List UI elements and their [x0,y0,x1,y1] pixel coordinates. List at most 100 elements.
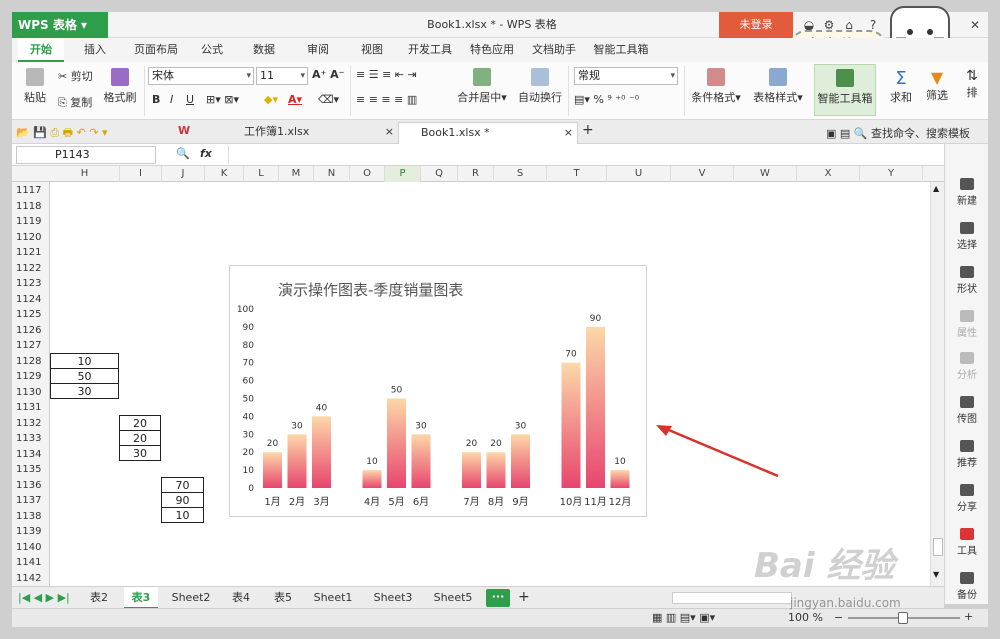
fx-icon[interactable]: fx [200,147,212,160]
format-painter-button[interactable]: 格式刷 [100,68,140,105]
cut-button[interactable]: ✂ 剪切 [58,68,93,84]
cell-i1133[interactable]: 20 [119,430,161,446]
sheet-tab[interactable]: 表4 [224,587,258,609]
bar[interactable] [610,470,630,488]
column-header[interactable]: N [314,166,350,182]
zoom-formula-icon[interactable]: 🔍 [176,147,190,160]
clear-format-icon[interactable]: ⌫▾ [318,93,339,106]
row-header[interactable]: 1138 [12,509,50,525]
row-header[interactable]: 1125 [12,307,50,323]
number-format-select[interactable]: 常规 [574,67,678,85]
row-header[interactable]: 1123 [12,276,50,292]
login-button[interactable]: 未登录 [719,12,793,38]
bar[interactable] [312,416,331,488]
row-header[interactable]: 1118 [12,199,50,215]
zoom-slider-thumb[interactable] [898,612,908,624]
sheet-tab[interactable]: Sheet3 [366,587,420,609]
new-button[interactable]: 新建 [945,178,989,207]
tools-button[interactable]: 工具 [945,528,989,557]
underline-button[interactable]: U [186,93,194,106]
row-header[interactable]: 1130 [12,385,50,401]
tab-doc-assistant[interactable]: 文档助手 [524,38,584,62]
tab-home[interactable]: 开始 [18,38,64,62]
sum-button[interactable]: Σ 求和 [886,68,916,105]
column-header[interactable]: P [385,166,421,182]
row-header[interactable]: 1132 [12,416,50,432]
search-command-box[interactable]: ▣ ▤ 🔍 查找命令、搜索模板 [826,125,970,141]
row-header[interactable]: 1124 [12,292,50,308]
border-icon[interactable]: ⊞▾ ⊠▾ [206,93,239,106]
sort-button[interactable]: ⇅ 排 [960,68,984,100]
column-header[interactable]: O [350,166,385,182]
column-header[interactable]: S [494,166,547,182]
tab-page-layout[interactable]: 页面布局 [126,38,186,62]
row-header[interactable]: 1126 [12,323,50,339]
font-grow-icon[interactable]: A⁺ A⁻ [312,68,344,81]
tab-smart-toolbox[interactable]: 智能工具箱 [586,38,656,62]
row-header[interactable]: 1134 [12,447,50,463]
scrollbar-thumb[interactable] [933,538,943,556]
table-style-button[interactable]: 表格样式▾ [750,68,806,105]
font-name-select[interactable]: 宋体 [148,67,254,85]
quick-access-icons[interactable]: 📂 💾 ⎙ 🖶 ↶ ↷ ▾ [16,124,108,143]
bar[interactable] [511,434,530,488]
column-header[interactable]: Q [421,166,458,182]
bar[interactable] [263,452,282,488]
row-header[interactable]: 1136 [12,478,50,494]
view-mode-icons[interactable]: ▦ ▥ ▤▾ ▣▾ [652,611,715,624]
bold-button[interactable]: B [152,93,160,106]
analysis-button[interactable]: 分析 [945,352,989,381]
row-header[interactable]: 1122 [12,261,50,277]
sheet-tab[interactable]: Sheet5 [426,587,480,609]
cell-h1130[interactable]: 30 [50,383,119,399]
cell-h1128[interactable]: 10 [50,353,119,369]
conditional-format-button[interactable]: 条件格式▾ [688,68,744,105]
tab-features[interactable]: 特色应用 [462,38,522,62]
row-header[interactable]: 1131 [12,400,50,416]
align-left-icon[interactable]: ≡ ≡ ≡ ≡ ▥ [356,93,417,106]
row-header[interactable]: 1135 [12,462,50,478]
formula-input[interactable] [228,146,938,164]
tab-data[interactable]: 数据 [244,38,284,62]
new-tab-button[interactable]: + [582,122,594,138]
font-size-select[interactable]: 11 [256,67,308,85]
share-button[interactable]: 分享 [945,484,989,513]
app-menu-button[interactable]: WPS 表格 ▾ [12,12,108,38]
tab-developer[interactable]: 开发工具 [400,38,460,62]
cell-j1137[interactable]: 90 [161,492,204,508]
row-header[interactable]: 1117 [12,183,50,199]
scroll-up-icon[interactable]: ▲ [933,184,939,193]
row-header[interactable]: 1139 [12,524,50,540]
row-header[interactable]: 1141 [12,555,50,571]
smart-toolbox-button[interactable]: 智能工具箱 [814,64,876,116]
bar[interactable] [486,452,506,488]
row-header[interactable]: 1121 [12,245,50,261]
select-button[interactable]: 选择 [945,222,989,251]
doc-tab-book1[interactable]: Book1.xlsx * × [398,122,578,144]
bar[interactable] [362,470,382,488]
shape-button[interactable]: 形状 [945,266,989,295]
font-color-icon[interactable]: A▾ [288,93,302,106]
more-sheets-button[interactable]: ··· [486,589,510,607]
tab-formulas[interactable]: 公式 [192,38,232,62]
bar-chart[interactable]: 演示操作图表-季度销量图表 0 10 20 30 40 50 60 70 80 90 100 20 1月… [229,265,647,517]
column-header[interactable]: L [244,166,279,182]
column-header[interactable]: T [547,166,607,182]
sheet-tab[interactable]: 表2 [82,587,116,609]
cell-j1138[interactable]: 10 [161,507,204,523]
row-header[interactable]: 1120 [12,230,50,246]
close-icon[interactable]: × [385,122,394,142]
row-header[interactable]: 1128 [12,354,50,370]
zoom-in-icon[interactable]: + [964,610,973,623]
column-header[interactable]: J [162,166,205,182]
sheet-tab[interactable]: 表5 [266,587,300,609]
close-icon[interactable]: ✕ [964,12,986,38]
sheet-tab-active[interactable]: 表3 [124,587,158,609]
bar[interactable] [387,398,406,489]
bar[interactable] [287,434,307,488]
close-icon[interactable]: × [564,123,573,143]
name-box[interactable]: P1143 [16,146,156,164]
bar[interactable] [586,326,605,488]
horizontal-scrollbar[interactable] [672,592,792,604]
sheet-nav-icons[interactable]: |◀ ◀ ▶ ▶| [18,591,70,604]
